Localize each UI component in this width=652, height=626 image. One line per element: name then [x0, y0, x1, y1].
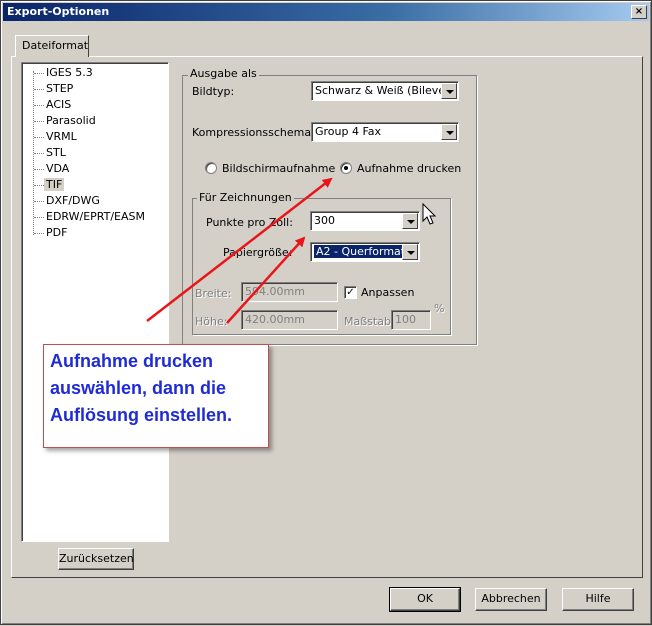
kompression-select[interactable]: Group 4 Fax — [311, 122, 459, 142]
reset-button-label: Zurücksetzen — [59, 552, 134, 565]
breite-label: Breite: — [195, 287, 232, 300]
ok-button-label: OK — [417, 592, 433, 605]
callout-line-2: auswählen, dann die — [50, 378, 227, 398]
tree-connector-line — [33, 71, 34, 235]
tree-item-label: PDF — [46, 226, 68, 239]
bildtyp-value: Schwarz & Weiß (Bilevel) — [315, 84, 453, 97]
anpassen-checkbox[interactable]: ✓ — [344, 286, 357, 299]
chevron-down-icon[interactable] — [441, 83, 457, 99]
chevron-down-icon[interactable] — [441, 124, 457, 140]
anpassen-label[interactable]: Anpassen — [361, 286, 414, 299]
tree-item-tif[interactable]: TIF — [22, 177, 168, 193]
help-button[interactable]: Hilfe — [562, 588, 634, 611]
dpi-label: Punkte pro Zoll: — [206, 216, 293, 229]
tree-item-dxf-dwg[interactable]: DXF/DWG — [22, 193, 168, 209]
tree-item-acis[interactable]: ACIS — [22, 97, 168, 113]
tree-item-parasolid[interactable]: Parasolid — [22, 113, 168, 129]
checkmark-icon: ✓ — [346, 287, 355, 298]
tree-item-stl[interactable]: STL — [22, 145, 168, 161]
tree-item-label: VDA — [46, 162, 70, 175]
export-options-window: Export-Optionen × Dateiformat IGES 5.3 S… — [0, 0, 652, 625]
kompression-value: Group 4 Fax — [315, 125, 382, 138]
help-button-label: Hilfe — [585, 592, 611, 605]
hoehe-field: 420.00mm — [241, 310, 338, 330]
tree-item-label: VRML — [46, 130, 77, 143]
radio-aufnahme-drucken[interactable] — [340, 162, 352, 174]
callout-line-3: Auflösung einstellen. — [50, 405, 233, 425]
tree-item-label: DXF/DWG — [46, 194, 100, 207]
tree-item-step[interactable]: STEP — [22, 81, 168, 97]
hoehe-label: Höhe: — [195, 315, 228, 328]
annotation-callout: Aufnahme drucken auswählen, dann die Auf… — [43, 344, 269, 448]
tree-item-label: Parasolid — [46, 114, 96, 127]
tree-item-label: ACIS — [46, 98, 72, 111]
cancel-button[interactable]: Abbrechen — [475, 588, 547, 611]
tree-item-vrml[interactable]: VRML — [22, 129, 168, 145]
radio-aufnahme-drucken-label[interactable]: Aufnahme drucken — [357, 162, 461, 175]
tree-item-label: EDRW/EPRT/EASM — [46, 210, 145, 223]
title-bar: Export-Optionen × — [3, 3, 649, 21]
dpi-select[interactable]: 300 — [310, 211, 420, 231]
tree-item-vda[interactable]: VDA — [22, 161, 168, 177]
bildtyp-label: Bildtyp: — [192, 85, 235, 98]
tree-item-iges[interactable]: IGES 5.3 — [22, 65, 168, 81]
bildtyp-select[interactable]: Schwarz & Weiß (Bilevel) — [311, 81, 459, 101]
papier-label: Papiergröße: — [223, 246, 293, 259]
tree-item-label: STEP — [46, 82, 74, 95]
window-title: Export-Optionen — [7, 5, 110, 18]
tree-item-edrw[interactable]: EDRW/EPRT/EASM — [22, 209, 168, 225]
callout-line-1: Aufnahme drucken — [50, 351, 214, 371]
radio-bildschirmaufnahme-label[interactable]: Bildschirmaufnahme — [222, 162, 335, 175]
close-button[interactable]: × — [631, 5, 647, 19]
reset-button[interactable]: Zurücksetzen — [58, 548, 134, 570]
tab-dateiformat[interactable]: Dateiformat — [15, 35, 89, 57]
percent-label: % — [434, 302, 445, 315]
breite-value: 594.00mm — [245, 285, 305, 298]
chevron-down-icon[interactable] — [402, 213, 418, 229]
massstab-value: 100 — [395, 313, 416, 326]
breite-field: 594.00mm — [241, 282, 338, 302]
ausgabe-group-label: Ausgabe als — [188, 67, 259, 80]
zeichnungen-group-label: Für Zeichnungen — [197, 191, 294, 204]
hoehe-value: 420.00mm — [245, 313, 305, 326]
tree-item-label: IGES 5.3 — [46, 66, 93, 79]
format-tree[interactable]: IGES 5.3 STEP ACIS Parasolid VRML STL VD… — [21, 62, 169, 542]
ok-button[interactable]: OK — [389, 587, 461, 612]
kompression-label: Kompressionsschema: — [192, 126, 315, 139]
massstab-field: 100 — [391, 310, 431, 330]
chevron-down-icon[interactable] — [402, 244, 418, 260]
papier-value: A2 - Querformat — [314, 245, 408, 258]
radio-bildschirmaufnahme[interactable] — [205, 162, 217, 174]
tree-item-label: TIF — [44, 178, 65, 191]
papier-select[interactable]: A2 - Querformat — [310, 242, 420, 262]
tree-item-label: STL — [46, 146, 66, 159]
dpi-value: 300 — [314, 214, 335, 227]
massstab-label: Maßstab: — [344, 315, 395, 328]
cancel-button-label: Abbrechen — [481, 592, 541, 605]
tab-label: Dateiformat — [22, 39, 89, 52]
close-icon: × — [634, 6, 644, 17]
tree-item-pdf[interactable]: PDF — [22, 225, 168, 241]
